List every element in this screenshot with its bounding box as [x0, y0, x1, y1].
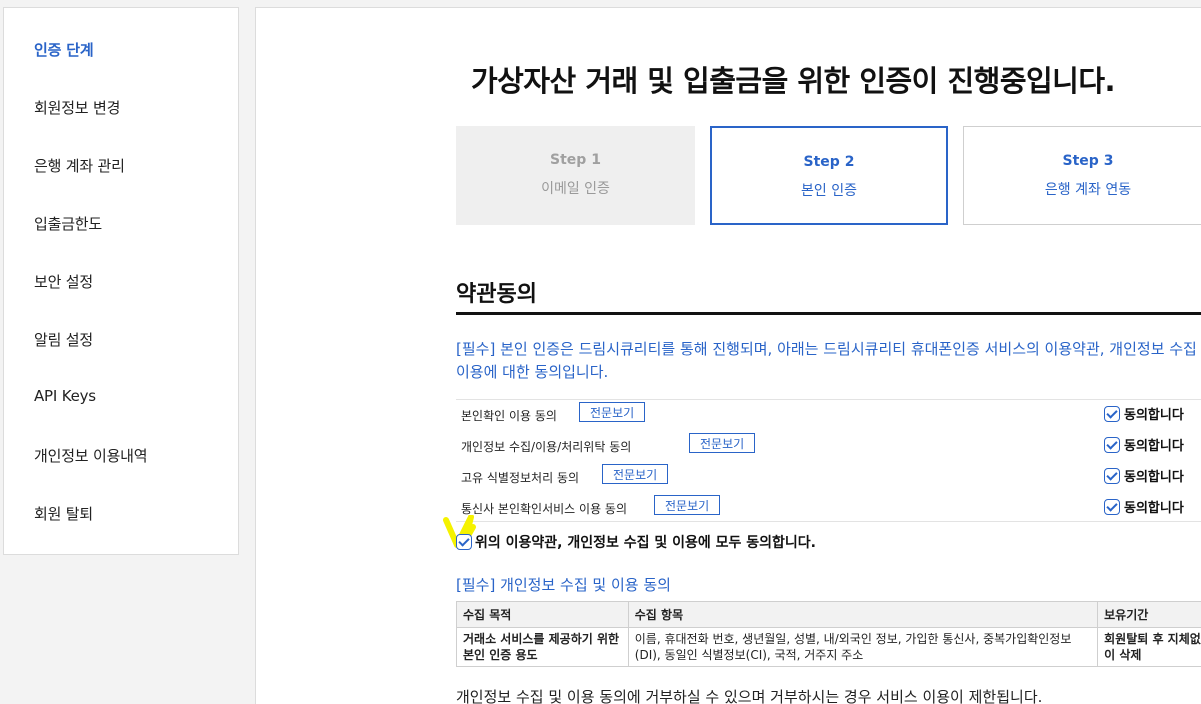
sidebar-item-privacy-history[interactable]: 개인정보 이용내역 [34, 445, 148, 466]
checkbox-checked-icon [456, 533, 472, 550]
agreement-row: 통신사 본인확인서비스 이용 동의 전문보기 동의합니다 [456, 493, 1201, 524]
agree-all-label: 위의 이용약관, 개인정보 수집 및 이용에 모두 동의합니다. [475, 534, 816, 551]
agreement-name: 통신사 본인확인서비스 이용 동의 [461, 502, 628, 516]
row-divider [456, 521, 1201, 522]
sidebar-item-bank-accounts[interactable]: 은행 계좌 관리 [34, 155, 125, 176]
agree-label: 동의합니다 [1124, 501, 1184, 516]
privacy-table: 수집 목적 수집 항목 보유기간 거래소 서비스를 제공하기 위한 본인 인증 … [456, 601, 1201, 667]
sidebar-item-withdraw[interactable]: 회원 탈퇴 [34, 503, 93, 524]
agreement-name: 개인정보 수집/이용/처리위탁 동의 [461, 440, 632, 454]
step-number: Step 3 [1062, 153, 1114, 169]
agree-label: 동의합니다 [1124, 470, 1184, 485]
table-header-row: 수집 목적 수집 항목 보유기간 [456, 601, 1201, 628]
checkbox-checked-icon [1104, 405, 1120, 422]
sidebar-item-member-info[interactable]: 회원정보 변경 [34, 97, 120, 118]
terms-notice: [필수] 본인 인증은 드림시큐리티를 통해 진행되며, 아래는 드림시큐리티 … [456, 340, 1201, 381]
agreement-row: 고유 식별정보처리 동의 전문보기 동의합니다 [456, 462, 1201, 493]
step-email: Step 1 이메일 인증 [456, 126, 695, 225]
terms-title: 약관동의 [456, 282, 537, 307]
view-terms-button[interactable]: 전문보기 [654, 495, 721, 515]
column-header: 수집 목적 [456, 601, 629, 628]
agree-all-checkbox[interactable]: 위의 이용약관, 개인정보 수집 및 이용에 모두 동의합니다. [456, 531, 816, 552]
checkbox-checked-icon [1104, 467, 1120, 484]
agree-checkbox[interactable]: 동의합니다 [1104, 403, 1184, 423]
step-bank[interactable]: Step 3 은행 계좌 연동 [963, 126, 1201, 225]
view-terms-button[interactable]: 전문보기 [689, 433, 756, 453]
step-identity[interactable]: Step 2 본인 인증 [710, 126, 948, 225]
agree-checkbox[interactable]: 동의합니다 [1104, 434, 1184, 454]
agreement-row: 본인확인 이용 동의 전문보기 동의합니다 [456, 400, 1201, 431]
column-header: 수집 항목 [627, 601, 1099, 628]
main-panel: 가상자산 거래 및 입출금을 위한 인증이 진행중입니다. Step 1 이메일… [255, 7, 1201, 704]
agree-checkbox[interactable]: 동의합니다 [1104, 465, 1184, 485]
table-row: 거래소 서비스를 제공하기 위한 본인 인증 용도 이름, 휴대전화 번호, 생… [456, 627, 1201, 667]
table-cell: 회원탈퇴 후 지체없이 삭제 [1097, 627, 1201, 667]
step-number: Step 2 [803, 154, 855, 170]
sidebar-item-notifications[interactable]: 알림 설정 [34, 329, 93, 350]
view-terms-button[interactable]: 전문보기 [579, 402, 646, 422]
privacy-title: [필수] 개인정보 수집 및 이용 동의 [456, 576, 671, 594]
agreement-name: 본인확인 이용 동의 [461, 409, 557, 423]
view-terms-button[interactable]: 전문보기 [602, 464, 669, 484]
sidebar-item-security[interactable]: 보안 설정 [34, 271, 93, 292]
step-label: 본인 인증 [801, 183, 857, 199]
checkbox-checked-icon [1104, 436, 1120, 453]
checkbox-checked-icon [1104, 498, 1120, 515]
agreement-name: 고유 식별정보처리 동의 [461, 471, 580, 485]
column-header: 보유기간 [1097, 601, 1201, 628]
agree-checkbox[interactable]: 동의합니다 [1104, 496, 1184, 516]
sidebar-item-limits[interactable]: 입출금한도 [34, 213, 102, 234]
agree-label: 동의합니다 [1124, 408, 1184, 423]
agreement-row: 개인정보 수집/이용/처리위탁 동의 전문보기 동의합니다 [456, 431, 1201, 462]
refusal-note: 개인정보 수집 및 이용 동의에 거부하실 수 있으며 거부하시는 경우 서비스… [456, 688, 1043, 704]
section-divider [456, 312, 1201, 315]
step-label: 은행 계좌 연동 [1044, 182, 1132, 198]
table-cell: 거래소 서비스를 제공하기 위한 본인 인증 용도 [456, 627, 629, 667]
sidebar-item-verification-steps[interactable]: 인증 단계 [34, 39, 94, 60]
step-label: 이메일 인증 [541, 181, 610, 197]
page-title: 가상자산 거래 및 입출금을 위한 인증이 진행중입니다. [471, 64, 1116, 98]
settings-sidebar: 인증 단계 회원정보 변경 은행 계좌 관리 입출금한도 보안 설정 알림 설정… [3, 7, 239, 555]
step-number: Step 1 [550, 152, 601, 168]
table-cell: 이름, 휴대전화 번호, 생년월일, 성별, 내/외국인 정보, 가입한 통신사… [627, 627, 1099, 667]
sidebar-item-api-keys[interactable]: API Keys [34, 387, 96, 405]
agree-label: 동의합니다 [1124, 439, 1184, 454]
